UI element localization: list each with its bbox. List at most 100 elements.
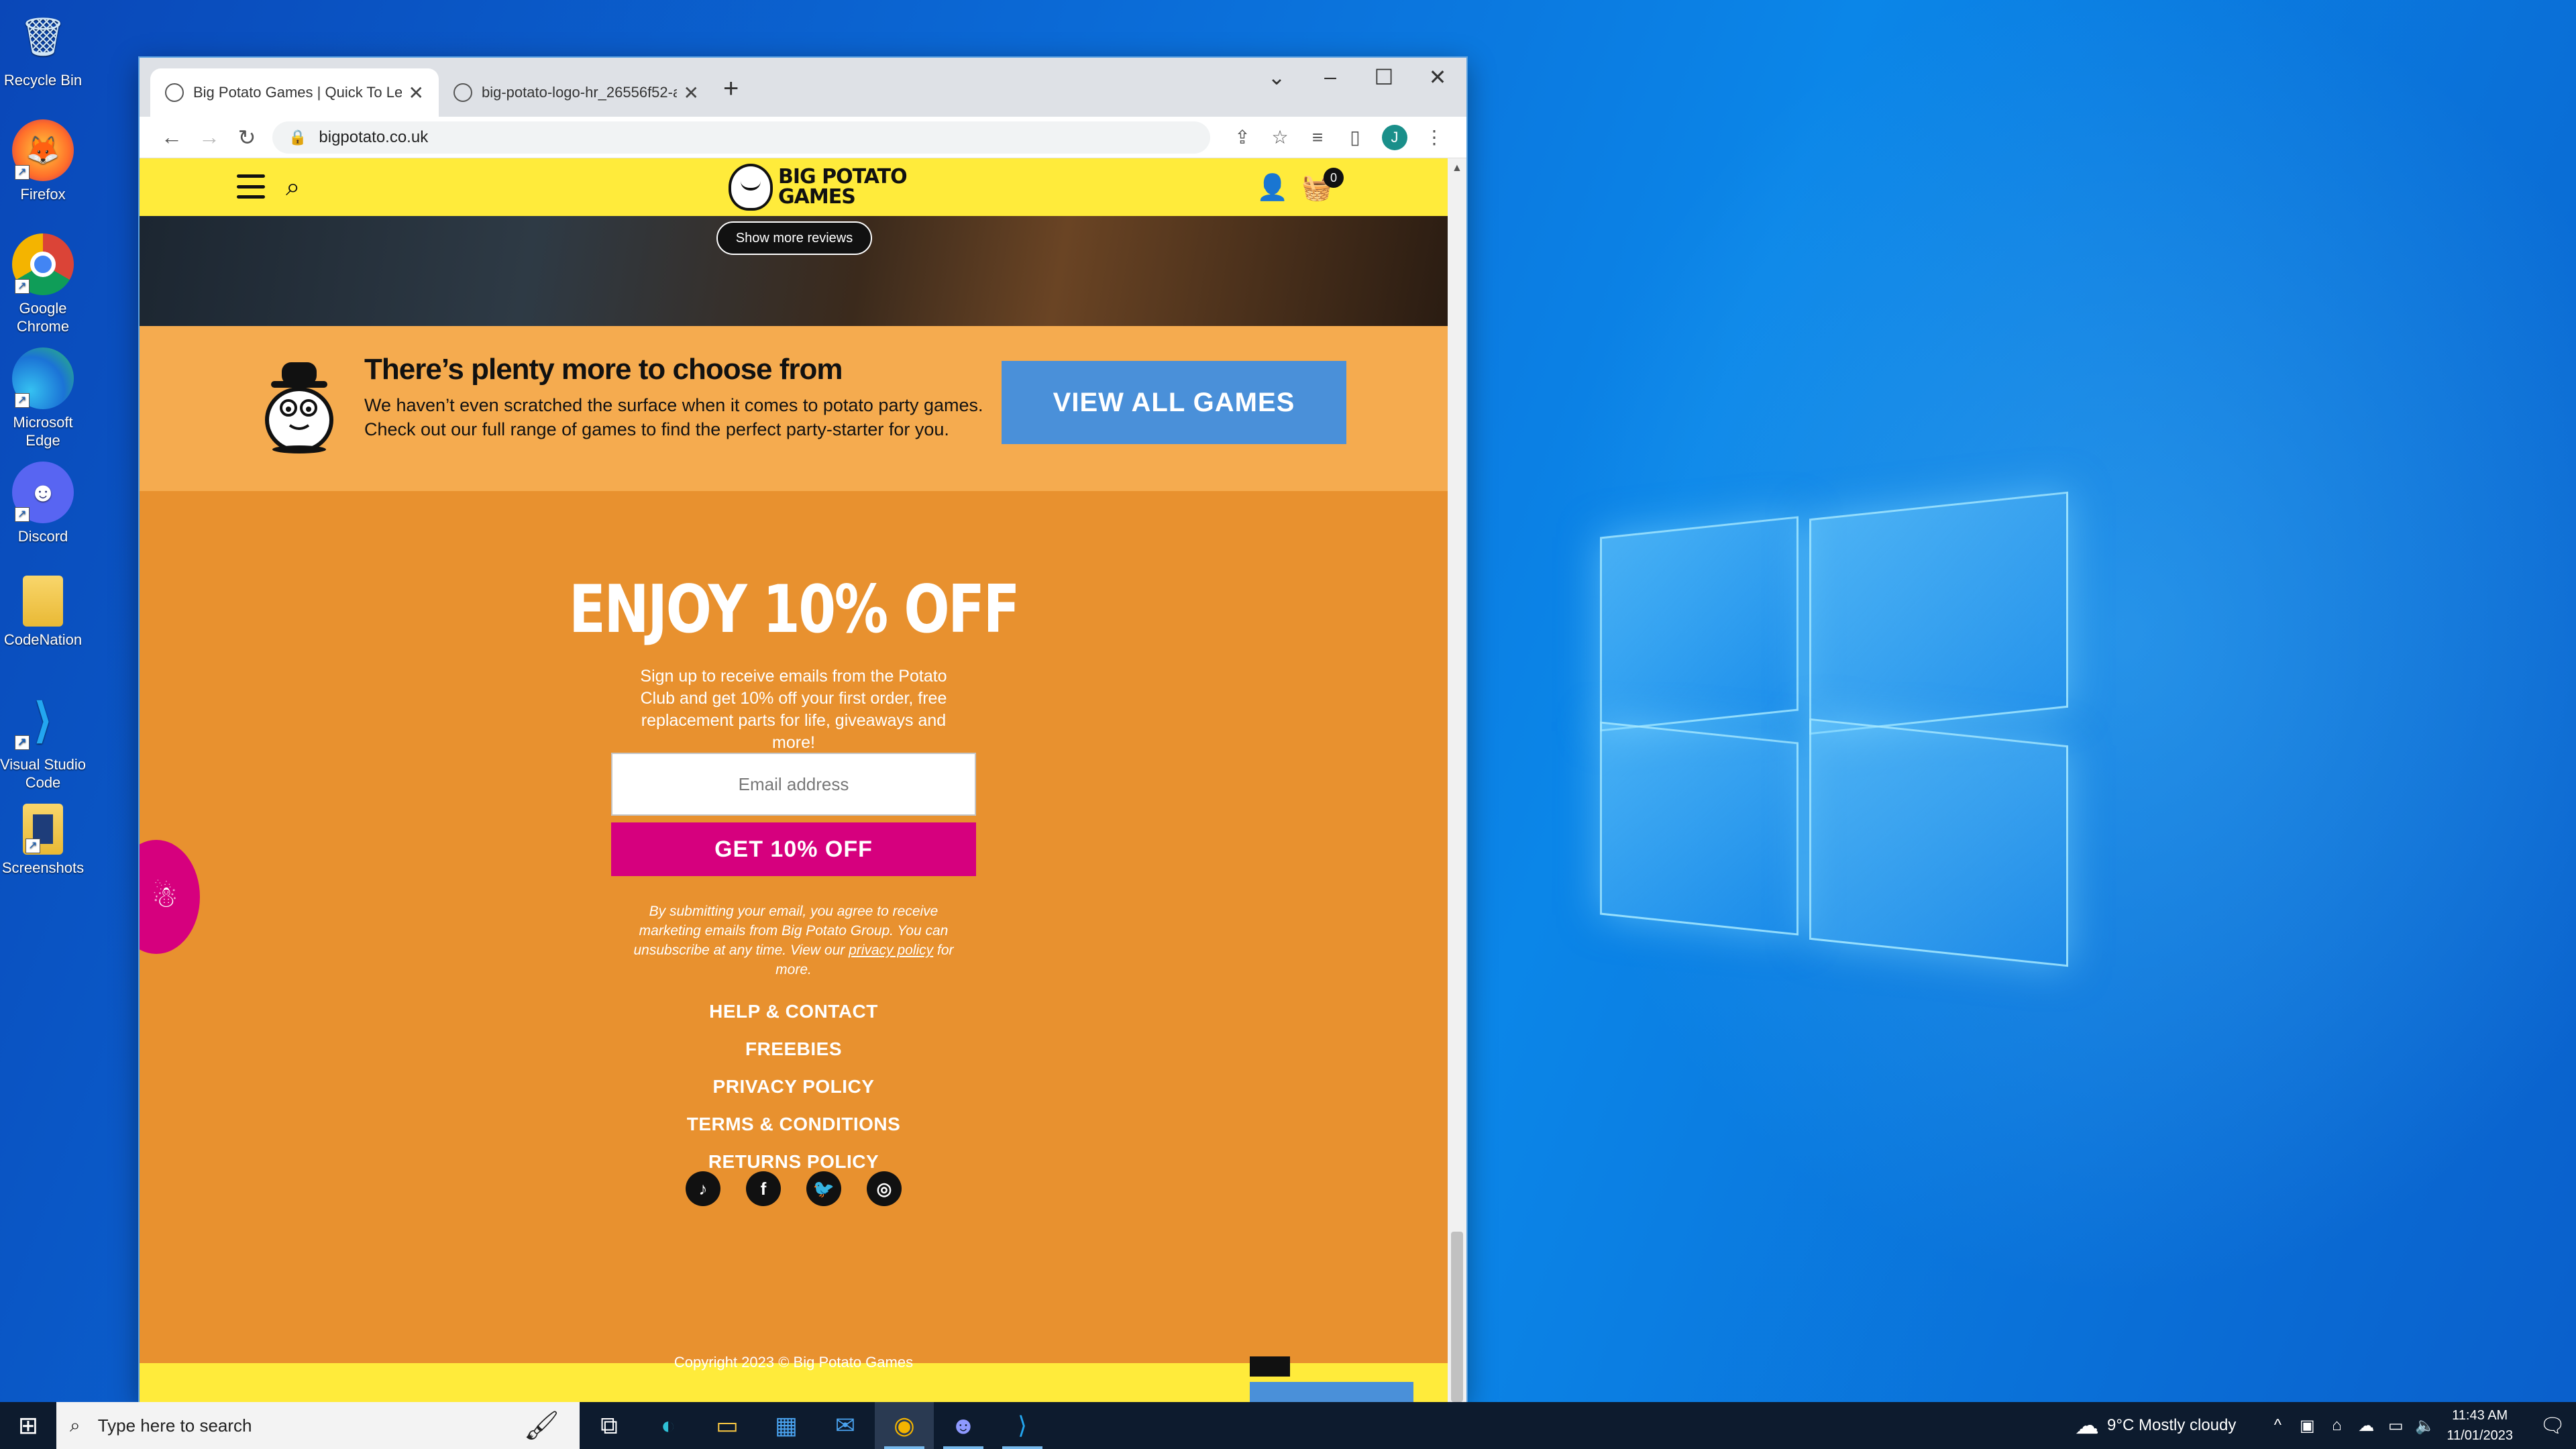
url-field[interactable]: 🔒 bigpotato.co.uk <box>272 121 1210 154</box>
folder-icon <box>23 576 63 627</box>
account-icon[interactable]: 👤 <box>1256 173 1288 203</box>
onedrive-icon[interactable]: ☁ <box>2351 1416 2381 1436</box>
newsletter-heading: ENJOY 10% OFF <box>568 572 1020 648</box>
reading-list-icon[interactable]: ≡ <box>1299 127 1336 148</box>
close-tab-icon[interactable]: ✕ <box>409 82 424 104</box>
cart-count-badge: 0 <box>1324 168 1344 188</box>
close-tab-icon[interactable]: ✕ <box>684 82 699 104</box>
meet-now-icon[interactable]: ▣ <box>2292 1416 2322 1436</box>
new-tab-button[interactable]: + <box>723 74 739 104</box>
close-window-button[interactable]: ✕ <box>1414 64 1461 90</box>
globe-favicon-icon <box>453 83 472 102</box>
side-panel-icon[interactable]: ▯ <box>1336 126 1374 148</box>
desktop-icon-screenshots[interactable]: ↗ Screenshots <box>0 804 86 877</box>
taskbar-edge-icon[interactable]: ◐ <box>639 1402 698 1449</box>
scrollbar-thumb[interactable] <box>1451 1232 1463 1402</box>
notification-center-icon[interactable]: 🗨 <box>2529 1414 2576 1438</box>
instagram-icon[interactable]: ◎ <box>867 1171 902 1206</box>
tab-search-chevron-icon[interactable]: ⌄ <box>1253 64 1300 90</box>
potato-face-icon <box>729 164 773 211</box>
potato-rewards-icon: ☃ <box>152 881 178 914</box>
show-hidden-icons-chevron-icon[interactable]: ^ <box>2263 1416 2292 1435</box>
system-tray: ☁ 9°C Mostly cloudy ^ ▣ ⌂ ☁ ▭ 🔈 11:43 AM… <box>2075 1402 2576 1449</box>
search-highlight-icon: 🖌 <box>523 1409 559 1441</box>
more-games-heading: There’s plenty more to choose from <box>364 353 843 386</box>
desktop-icon-firefox[interactable]: 🦊 ↗ Firefox <box>0 119 86 203</box>
desktop-icon-discord[interactable]: ☻ ↗ Discord <box>0 462 86 545</box>
menu-kebab-icon[interactable]: ⋮ <box>1415 126 1453 148</box>
reload-button[interactable]: ↻ <box>228 125 266 150</box>
potato-favicon-icon <box>165 83 184 102</box>
edge-icon: ↗ <box>12 347 74 409</box>
search-icon[interactable]: ⌕ <box>286 173 300 202</box>
reviews-section: Show more reviews <box>140 216 1448 326</box>
weather-widget[interactable]: ☁ 9°C Mostly cloudy <box>2075 1411 2236 1440</box>
cloud-weather-icon: ☁ <box>2075 1411 2100 1439</box>
recycle-bin-icon: 🗑 <box>19 15 67 58</box>
network-icon[interactable]: ▭ <box>2381 1416 2410 1436</box>
twitter-icon[interactable]: 🐦 <box>806 1171 841 1206</box>
newsletter-disclaimer: By submitting your email, you agree to r… <box>633 904 954 977</box>
footer-link-help-contact[interactable]: HELP & CONTACT <box>140 993 1448 1030</box>
lock-icon: 🔒 <box>288 128 307 146</box>
chrome-icon: ↗ <box>12 233 74 295</box>
get-discount-button[interactable]: GET 10% OFF <box>611 822 976 876</box>
desktop-icon-recycle-bin[interactable]: 🗑 Recycle Bin <box>0 5 86 89</box>
taskbar: ⊞ ⌕ Type here to search 🖌 ⧉ ◐ ▭ ▦ ✉ ◉ ☻ … <box>0 1402 2576 1449</box>
site-header: ⌕ BIG POTATO GAMES 👤 🧺 0 <box>140 158 1448 216</box>
taskbar-file-explorer-icon[interactable]: ▭ <box>698 1402 757 1449</box>
taskbar-chrome-icon[interactable]: ◉ <box>875 1402 934 1449</box>
footer-links: HELP & CONTACT FREEBIES PRIVACY POLICY T… <box>140 993 1448 1181</box>
scroll-up-icon[interactable]: ▲ <box>1452 162 1462 174</box>
taskbar-discord-icon[interactable]: ☻ <box>934 1402 993 1449</box>
taskbar-vscode-icon[interactable]: ⟩ <box>993 1402 1052 1449</box>
footer-link-privacy-policy[interactable]: PRIVACY POLICY <box>140 1068 1448 1106</box>
tab-big-potato[interactable]: Big Potato Games | Quick To Lea ✕ <box>150 68 439 117</box>
newsletter-lead: Sign up to receive emails from the Potat… <box>640 667 947 752</box>
social-links: ♪ f 🐦 ◎ <box>140 1171 1448 1206</box>
footer-link-freebies[interactable]: FREEBIES <box>140 1030 1448 1068</box>
copyright-text: Copyright 2023 © Big Potato Games <box>674 1354 914 1371</box>
tab-strip: Big Potato Games | Quick To Lea ✕ big-po… <box>140 58 1466 117</box>
share-icon[interactable]: ⇪ <box>1224 126 1261 148</box>
big-potato-logo[interactable]: BIG POTATO GAMES <box>729 164 908 211</box>
facebook-icon[interactable]: f <box>746 1171 781 1206</box>
tab-logo-image[interactable]: big-potato-logo-hr_26556f52-a9 ✕ <box>439 68 714 117</box>
tiktok-icon[interactable]: ♪ <box>686 1171 720 1206</box>
screenshots-icon: ↗ <box>23 804 63 855</box>
more-games-text: We haven’t even scratched the surface wh… <box>364 395 983 439</box>
potato-mascot-icon <box>265 362 333 453</box>
privacy-policy-link[interactable]: privacy policy <box>849 943 933 958</box>
desktop-icon-chrome[interactable]: ↗ Google Chrome <box>0 233 86 335</box>
hamburger-menu-icon[interactable] <box>237 174 265 199</box>
taskbar-mail-icon[interactable]: ✉ <box>816 1402 875 1449</box>
newsletter-section: ENJOY 10% OFF Sign up to receive emails … <box>140 491 1448 1402</box>
footer-link-terms[interactable]: TERMS & CONDITIONS <box>140 1106 1448 1143</box>
profile-avatar[interactable]: J <box>1382 124 1407 150</box>
maximize-button[interactable]: ☐ <box>1360 64 1407 90</box>
email-field[interactable]: Email address <box>611 753 976 816</box>
back-button[interactable]: ← <box>153 125 191 150</box>
chrome-window: Big Potato Games | Quick To Lea ✕ big-po… <box>140 58 1466 1402</box>
task-view-icon[interactable]: ⧉ <box>580 1402 639 1449</box>
discord-icon: ☻ ↗ <box>12 462 74 523</box>
vscode-icon: ⟩ ↗ <box>12 690 74 751</box>
get-it-button[interactable] <box>1250 1382 1413 1402</box>
clock[interactable]: 11:43 AM 11/01/2023 <box>2447 1405 2513 1446</box>
minimize-button[interactable]: – <box>1307 64 1354 89</box>
page-scrollbar[interactable]: ▲ <box>1448 158 1466 1402</box>
start-button[interactable]: ⊞ <box>0 1402 56 1449</box>
search-icon: ⌕ <box>70 1414 80 1436</box>
taskbar-search[interactable]: ⌕ Type here to search 🖌 <box>56 1402 580 1449</box>
desktop-icon-vscode[interactable]: ⟩ ↗ Visual Studio Code <box>0 690 86 792</box>
view-all-games-button[interactable]: VIEW ALL GAMES <box>1002 361 1346 444</box>
bookmark-star-icon[interactable]: ☆ <box>1261 126 1299 148</box>
taskbar-store-icon[interactable]: ▦ <box>757 1402 816 1449</box>
firefox-icon: 🦊 ↗ <box>12 119 74 181</box>
volume-icon[interactable]: 🔈 <box>2410 1416 2440 1436</box>
desktop-icon-codenation[interactable]: CodeNation <box>0 576 86 649</box>
desktop-icon-edge[interactable]: ↗ Microsoft Edge <box>0 347 86 449</box>
forward-button[interactable]: → <box>191 125 228 150</box>
usb-icon[interactable]: ⌂ <box>2322 1416 2351 1435</box>
show-more-reviews-button[interactable]: Show more reviews <box>716 221 872 255</box>
